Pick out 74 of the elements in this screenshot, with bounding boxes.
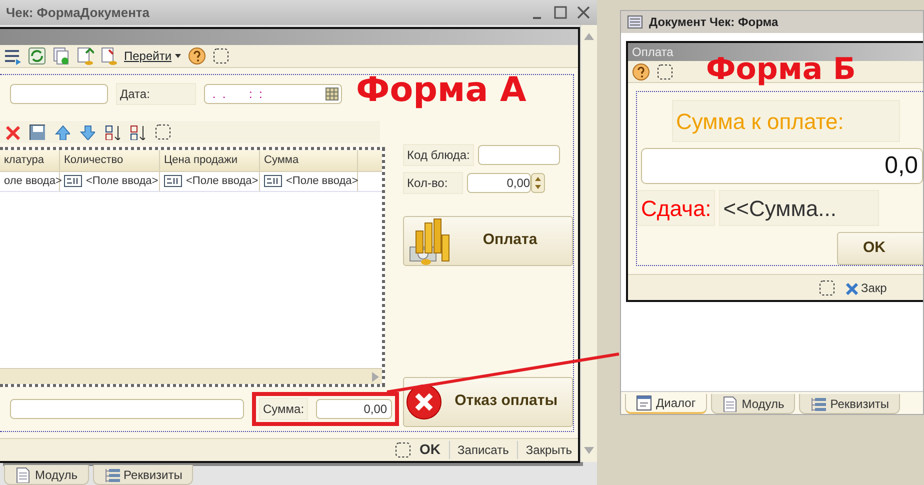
- calendar-icon[interactable]: [325, 86, 339, 101]
- help-icon[interactable]: [188, 46, 206, 65]
- form-icon: [627, 15, 643, 29]
- table-cell-text: <Поле ввода>: [86, 174, 158, 189]
- spin-icon[interactable]: [531, 172, 546, 193]
- sort-icon[interactable]: [129, 124, 145, 140]
- goto-menu[interactable]: Перейти: [124, 46, 172, 65]
- code-label: Код блюда:: [403, 144, 474, 166]
- text-field-icon: [164, 175, 182, 188]
- text-field-icon: [64, 175, 82, 188]
- copy-icon[interactable]: [52, 46, 70, 65]
- quantity-label: Кол-во:: [403, 172, 464, 194]
- column-header[interactable]: Цена продажи: [160, 150, 260, 171]
- sum-field[interactable]: 0,00: [316, 398, 392, 419]
- footer-button[interactable]: OK: [420, 439, 441, 460]
- tab[interactable]: Диалог: [625, 394, 707, 414]
- amount-field[interactable]: 0,0: [641, 148, 923, 184]
- dotted-frame-icon[interactable]: [212, 46, 230, 65]
- footer-button[interactable]: Записать: [458, 440, 509, 459]
- date-label: Дата:: [116, 82, 196, 105]
- cancel-payment-button[interactable]: Отказ оплаты: [403, 376, 574, 427]
- date-field[interactable]: . . : :: [204, 84, 342, 104]
- help-icon[interactable]: [632, 62, 650, 80]
- text-field-icon: [264, 175, 282, 188]
- caret-icon[interactable]: [174, 52, 182, 60]
- close-button[interactable]: Закр: [844, 278, 887, 296]
- document-icon: [722, 396, 738, 412]
- tab[interactable]: Реквизиты: [799, 394, 900, 414]
- document-coins-icon[interactable]: [100, 46, 118, 65]
- horizontal-scrollbar[interactable]: [0, 368, 382, 384]
- arrow-up-icon[interactable]: [54, 124, 70, 140]
- input-field[interactable]: [10, 398, 244, 419]
- maximize-icon[interactable]: [553, 5, 568, 20]
- column-header[interactable]: Сумма: [260, 150, 358, 171]
- tab[interactable]: Модуль: [710, 394, 796, 414]
- window-title: Чек: ФормаДокумента: [6, 4, 150, 22]
- table-cell-text: <Поле ввода>: [286, 174, 358, 189]
- list-icon: [810, 396, 826, 412]
- arrow-down-icon[interactable]: [79, 124, 95, 140]
- refresh-icon[interactable]: [28, 46, 46, 65]
- table-cell-text: оле ввода>: [4, 174, 62, 189]
- quantity-field[interactable]: 0,00: [467, 172, 532, 193]
- pay-button[interactable]: Оплата: [403, 216, 574, 266]
- annotation-text: Форма А: [356, 69, 526, 112]
- dotted-frame-icon[interactable]: [656, 62, 674, 80]
- column-header[interactable]: клатура: [0, 150, 60, 171]
- dialog-title: Оплата: [632, 44, 674, 61]
- dotted-frame-icon[interactable]: [818, 278, 836, 296]
- code-field[interactable]: [478, 144, 560, 165]
- close-icon[interactable]: [576, 5, 591, 20]
- table-cell-text: <Поле ввода>: [186, 174, 258, 189]
- sum-label: Сумма:: [259, 398, 308, 420]
- close-icon: [406, 384, 442, 420]
- sort-icon[interactable]: [104, 124, 120, 140]
- dotted-frame-icon[interactable]: [154, 122, 172, 141]
- document-icon: [15, 466, 31, 482]
- list-icon: [104, 466, 120, 482]
- window-title: Документ Чек: Форма: [649, 14, 778, 31]
- close-icon: [844, 280, 858, 294]
- delete-icon[interactable]: [4, 124, 20, 140]
- dialog-icon: [636, 395, 652, 411]
- document-coins-icon[interactable]: [76, 46, 94, 65]
- amount-label: Сумма к оплате:: [672, 100, 900, 142]
- ok-button[interactable]: OK: [837, 232, 923, 265]
- annotation-text: Форма Б: [706, 54, 856, 84]
- tab[interactable]: Реквизиты: [92, 465, 194, 485]
- column-header[interactable]: Количество: [60, 150, 160, 171]
- dotted-frame-icon[interactable]: [394, 440, 412, 459]
- footer-button[interactable]: Закрыть: [526, 440, 572, 459]
- change-label: Сдача:: [637, 190, 716, 226]
- input-field[interactable]: [10, 84, 108, 104]
- save-icon[interactable]: [29, 124, 45, 140]
- tab[interactable]: Модуль: [4, 465, 89, 485]
- change-value: <<Сумма...: [719, 190, 880, 226]
